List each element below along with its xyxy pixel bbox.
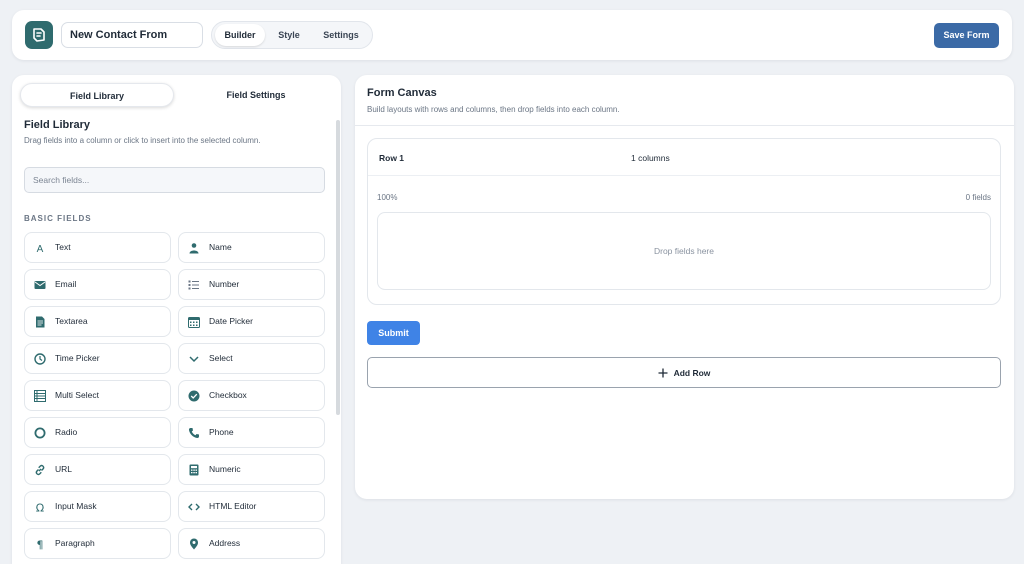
field-label: Number: [209, 279, 240, 289]
chevron-down-icon: [188, 353, 200, 365]
field-label: Select: [209, 353, 233, 363]
svg-text:A: A: [37, 244, 44, 254]
svg-text:Ω: Ω: [36, 502, 44, 514]
row-columns-count: 1 columns: [631, 153, 670, 163]
field-label: Paragraph: [55, 538, 95, 548]
document-icon: [34, 316, 46, 328]
field-library-panel: Field Library Field Settings Field Libra…: [12, 75, 341, 564]
field-label: Multi Select: [55, 390, 99, 400]
add-row-label: Add Row: [673, 367, 711, 378]
form-canvas: Form Canvas Build layouts with rows and …: [355, 75, 1014, 499]
omega-icon: Ω: [34, 501, 46, 514]
field-time-picker[interactable]: Time Picker: [24, 343, 171, 374]
field-numeric[interactable]: Numeric: [178, 454, 325, 485]
field-paragraph[interactable]: ¶ Paragraph: [24, 528, 171, 559]
field-label: Text: [55, 242, 71, 252]
panel-description: Drag fields into a column or click to in…: [24, 136, 261, 145]
sidebar-tabs: Field Library Field Settings: [20, 83, 332, 107]
field-label: Email: [55, 279, 77, 289]
field-label: Checkbox: [209, 390, 247, 400]
divider: [355, 125, 1014, 126]
field-radio[interactable]: Radio: [24, 417, 171, 448]
divider: [368, 175, 1000, 176]
canvas-description: Build layouts with rows and columns, the…: [367, 105, 620, 114]
tab-builder[interactable]: Builder: [215, 24, 265, 46]
tab-settings[interactable]: Settings: [314, 24, 368, 46]
field-number[interactable]: Number: [178, 269, 325, 300]
field-phone[interactable]: Phone: [178, 417, 325, 448]
field-label: Phone: [209, 427, 234, 437]
field-label: Address: [209, 538, 241, 548]
form-name-input[interactable]: New Contact From: [61, 22, 203, 48]
field-checkbox[interactable]: Checkbox: [178, 380, 325, 411]
field-text[interactable]: A Text: [24, 232, 171, 263]
svg-text:¶: ¶: [37, 539, 44, 551]
drop-zone[interactable]: Drop fields here: [377, 212, 991, 290]
radio-icon: [34, 427, 46, 439]
panel-title: Field Library: [24, 119, 91, 131]
app-logo: [25, 21, 53, 49]
search-fields-input[interactable]: Search fields...: [24, 167, 325, 193]
field-input-mask[interactable]: Ω Input Mask: [24, 491, 171, 522]
pilcrow-icon: ¶: [34, 538, 46, 551]
top-bar: New Contact From Builder Style Settings …: [12, 10, 1012, 60]
field-label: Input Mask: [55, 501, 97, 511]
field-url[interactable]: URL: [24, 454, 171, 485]
field-select[interactable]: Select: [178, 343, 325, 374]
clock-icon: [34, 353, 46, 365]
field-label: Textarea: [55, 316, 88, 326]
section-label: BASIC FIELDS: [24, 214, 92, 223]
map-pin-icon: [188, 538, 200, 550]
mode-tabs: Builder Style Settings: [211, 21, 373, 49]
field-multi-select[interactable]: Multi Select: [24, 380, 171, 411]
row-title: Row 1: [379, 153, 405, 163]
field-label: Numeric: [209, 464, 241, 474]
field-name[interactable]: Name: [178, 232, 325, 263]
field-label: URL: [55, 464, 73, 474]
field-label: Name: [209, 242, 232, 252]
field-date-picker[interactable]: Date Picker: [178, 306, 325, 337]
canvas-title: Form Canvas: [367, 87, 437, 99]
tab-field-library[interactable]: Field Library: [20, 83, 174, 107]
scrollbar[interactable]: [336, 120, 340, 415]
link-icon: [34, 464, 46, 476]
text-icon: A: [34, 242, 46, 254]
field-label: HTML Editor: [209, 501, 257, 511]
field-label: Radio: [55, 427, 78, 437]
calculator-icon: [188, 464, 200, 476]
code-icon: [188, 501, 200, 513]
submit-button[interactable]: Submit: [367, 321, 420, 345]
field-textarea[interactable]: Textarea: [24, 306, 171, 337]
field-html-editor[interactable]: HTML Editor: [178, 491, 325, 522]
list-icon: [34, 390, 46, 402]
phone-icon: [188, 427, 200, 439]
logo-icon: [33, 28, 45, 42]
envelope-icon: [34, 279, 46, 291]
column-field-count: 0 fields: [965, 193, 991, 202]
field-address[interactable]: Address: [178, 528, 325, 559]
form-row[interactable]: Row 1 1 columns 100% 0 fields Drop field…: [367, 138, 1001, 305]
plus-icon: [658, 368, 668, 378]
field-email[interactable]: Email: [24, 269, 171, 300]
calendar-icon: [188, 316, 200, 328]
field-label: Date Picker: [209, 316, 253, 326]
tab-style[interactable]: Style: [268, 24, 310, 46]
numbered-list-icon: [188, 279, 200, 291]
tab-field-settings[interactable]: Field Settings: [180, 83, 332, 107]
column-width: 100%: [377, 193, 398, 202]
save-form-button[interactable]: Save Form: [934, 23, 999, 48]
person-icon: [188, 242, 200, 254]
field-label: Time Picker: [55, 353, 100, 363]
check-circle-icon: [188, 390, 200, 402]
add-row-button[interactable]: Add Row: [367, 357, 1001, 388]
